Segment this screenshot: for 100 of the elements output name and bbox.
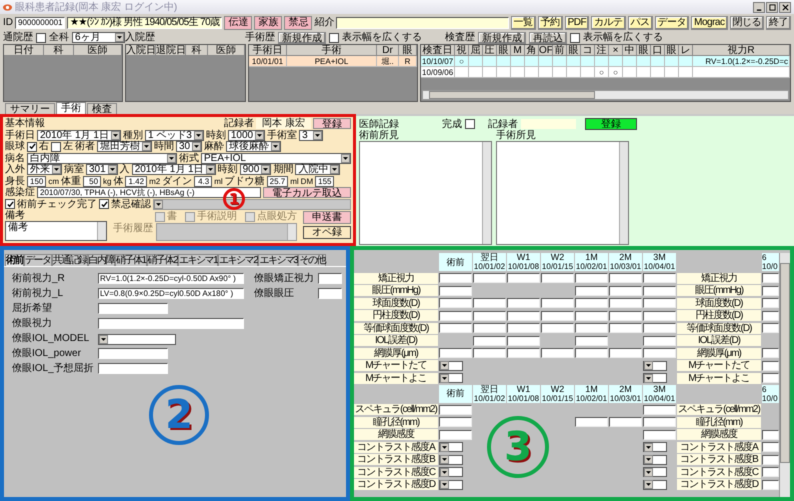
input-field[interactable] xyxy=(541,298,574,308)
dropdown[interactable]: 301 xyxy=(86,164,118,176)
input-field[interactable] xyxy=(507,310,540,321)
dropdown[interactable] xyxy=(439,467,463,478)
input-field[interactable] xyxy=(541,273,574,284)
input-field[interactable] xyxy=(643,430,676,440)
input-field[interactable] xyxy=(473,298,506,308)
input-field[interactable] xyxy=(575,310,608,321)
dropdown[interactable] xyxy=(643,467,667,478)
horizontal-scrollbar[interactable] xyxy=(422,90,789,100)
input-field[interactable] xyxy=(439,417,472,428)
action-button[interactable]: 登録 xyxy=(313,118,351,130)
input-field[interactable] xyxy=(439,298,472,308)
tab[interactable]: 術前 xyxy=(5,254,24,266)
input-field[interactable] xyxy=(439,323,472,334)
checkbox[interactable] xyxy=(36,32,46,42)
toolbar-button[interactable]: 閉じる xyxy=(730,16,764,30)
toolbar-button[interactable]: PDF xyxy=(564,16,590,30)
input-field[interactable] xyxy=(643,417,676,428)
input-field[interactable] xyxy=(473,323,506,334)
input-field[interactable] xyxy=(643,336,676,346)
tab[interactable]: その他 xyxy=(298,254,326,266)
input-field[interactable] xyxy=(762,286,779,296)
input-field[interactable] xyxy=(575,417,608,428)
checkbox[interactable] xyxy=(99,199,109,210)
input-field[interactable] xyxy=(98,348,168,359)
dropdown[interactable]: 球後麻酔 xyxy=(226,141,282,152)
toolbar-button[interactable]: 予約 xyxy=(538,16,563,30)
maximize-button[interactable] xyxy=(766,2,778,12)
dropdown[interactable]: 900 xyxy=(240,164,272,176)
action-button[interactable]: 電子カルテ取込 xyxy=(263,187,351,198)
input-field[interactable] xyxy=(507,323,540,334)
input-field[interactable] xyxy=(575,286,608,296)
input-field[interactable] xyxy=(507,298,540,308)
table-row[interactable]: 10/09/06 ○ ○ xyxy=(421,67,790,78)
input-field[interactable] xyxy=(643,298,676,308)
dropdown[interactable]: 3 xyxy=(299,130,324,141)
input-field[interactable] xyxy=(541,348,574,358)
dropdown[interactable] xyxy=(643,373,667,384)
dropdown[interactable] xyxy=(643,454,667,465)
input-field[interactable] xyxy=(575,273,608,284)
toolbar-button[interactable]: Mograc xyxy=(691,16,728,30)
dropdown[interactable]: 入院中 xyxy=(295,164,340,176)
input-field[interactable] xyxy=(609,310,642,321)
dropdown[interactable]: 白内障 xyxy=(27,152,177,164)
tab[interactable]: 検査 xyxy=(87,103,117,114)
dropdown[interactable]: 2010年 1月 1日 xyxy=(37,130,121,141)
toolbar-button[interactable]: パス xyxy=(628,16,653,30)
alert-button[interactable]: 家族 xyxy=(254,16,282,30)
input-field[interactable]: 4.3 xyxy=(194,176,212,187)
input-field[interactable] xyxy=(643,323,676,334)
input-field[interactable] xyxy=(473,348,506,358)
checkbox[interactable] xyxy=(27,142,37,152)
vertical-scrollbar[interactable] xyxy=(779,253,790,497)
dropdown[interactable] xyxy=(643,442,667,452)
input-field[interactable] xyxy=(643,404,676,415)
toolbar-button[interactable]: カルテ xyxy=(591,16,626,30)
alert-button[interactable]: 禁忌 xyxy=(284,16,312,30)
input-field[interactable] xyxy=(507,273,540,284)
action-button[interactable]: 申送書 xyxy=(303,211,351,224)
input-field[interactable] xyxy=(541,323,574,334)
toolbar-button[interactable]: データ xyxy=(654,16,690,30)
input-field[interactable] xyxy=(609,286,642,296)
table-row[interactable]: 10/10/07 ○ RV=1.0(1.2×=-0.25D=c xyxy=(421,56,790,67)
input-field[interactable] xyxy=(318,288,342,299)
input-field[interactable] xyxy=(762,310,779,321)
input-field[interactable] xyxy=(609,323,642,334)
dropdown[interactable] xyxy=(439,442,463,452)
alert-button[interactable]: 伝達 xyxy=(224,16,252,30)
checkbox[interactable] xyxy=(5,199,15,210)
input-field[interactable] xyxy=(762,273,779,284)
tab[interactable]: エキシマ1 xyxy=(178,254,218,266)
dropdown[interactable]: 2010年 1月 1日 xyxy=(132,164,216,176)
checkbox[interactable] xyxy=(51,142,61,152)
input-field[interactable] xyxy=(473,336,506,346)
input-field[interactable] xyxy=(609,348,642,358)
action-button[interactable]: オペ録 xyxy=(303,226,351,239)
input-field[interactable] xyxy=(98,302,168,314)
input-field[interactable] xyxy=(643,286,676,296)
save-button[interactable]: 登録 xyxy=(585,118,637,130)
input-field[interactable] xyxy=(762,360,779,371)
input-field[interactable] xyxy=(439,404,472,415)
input-field[interactable] xyxy=(762,430,779,440)
input-field[interactable] xyxy=(439,430,472,440)
tab[interactable]: エキシマ3 xyxy=(258,254,298,266)
input-field[interactable] xyxy=(318,273,342,284)
dropdown[interactable]: 6ヶ月 xyxy=(72,32,125,43)
dropdown[interactable]: 外来 xyxy=(27,164,62,176)
dropdown[interactable] xyxy=(439,480,463,490)
input-field[interactable] xyxy=(762,373,779,384)
input-field[interactable]: 50 xyxy=(83,176,102,187)
input-field[interactable] xyxy=(439,310,472,321)
input-field[interactable] xyxy=(541,310,574,321)
input-field[interactable] xyxy=(439,273,472,284)
input-field[interactable] xyxy=(762,298,779,308)
input-field[interactable] xyxy=(762,480,779,490)
tab[interactable]: サマリー xyxy=(5,103,55,114)
input-field[interactable] xyxy=(762,442,779,452)
input-field[interactable] xyxy=(762,454,779,465)
tab[interactable]: 白内障 xyxy=(88,254,115,266)
